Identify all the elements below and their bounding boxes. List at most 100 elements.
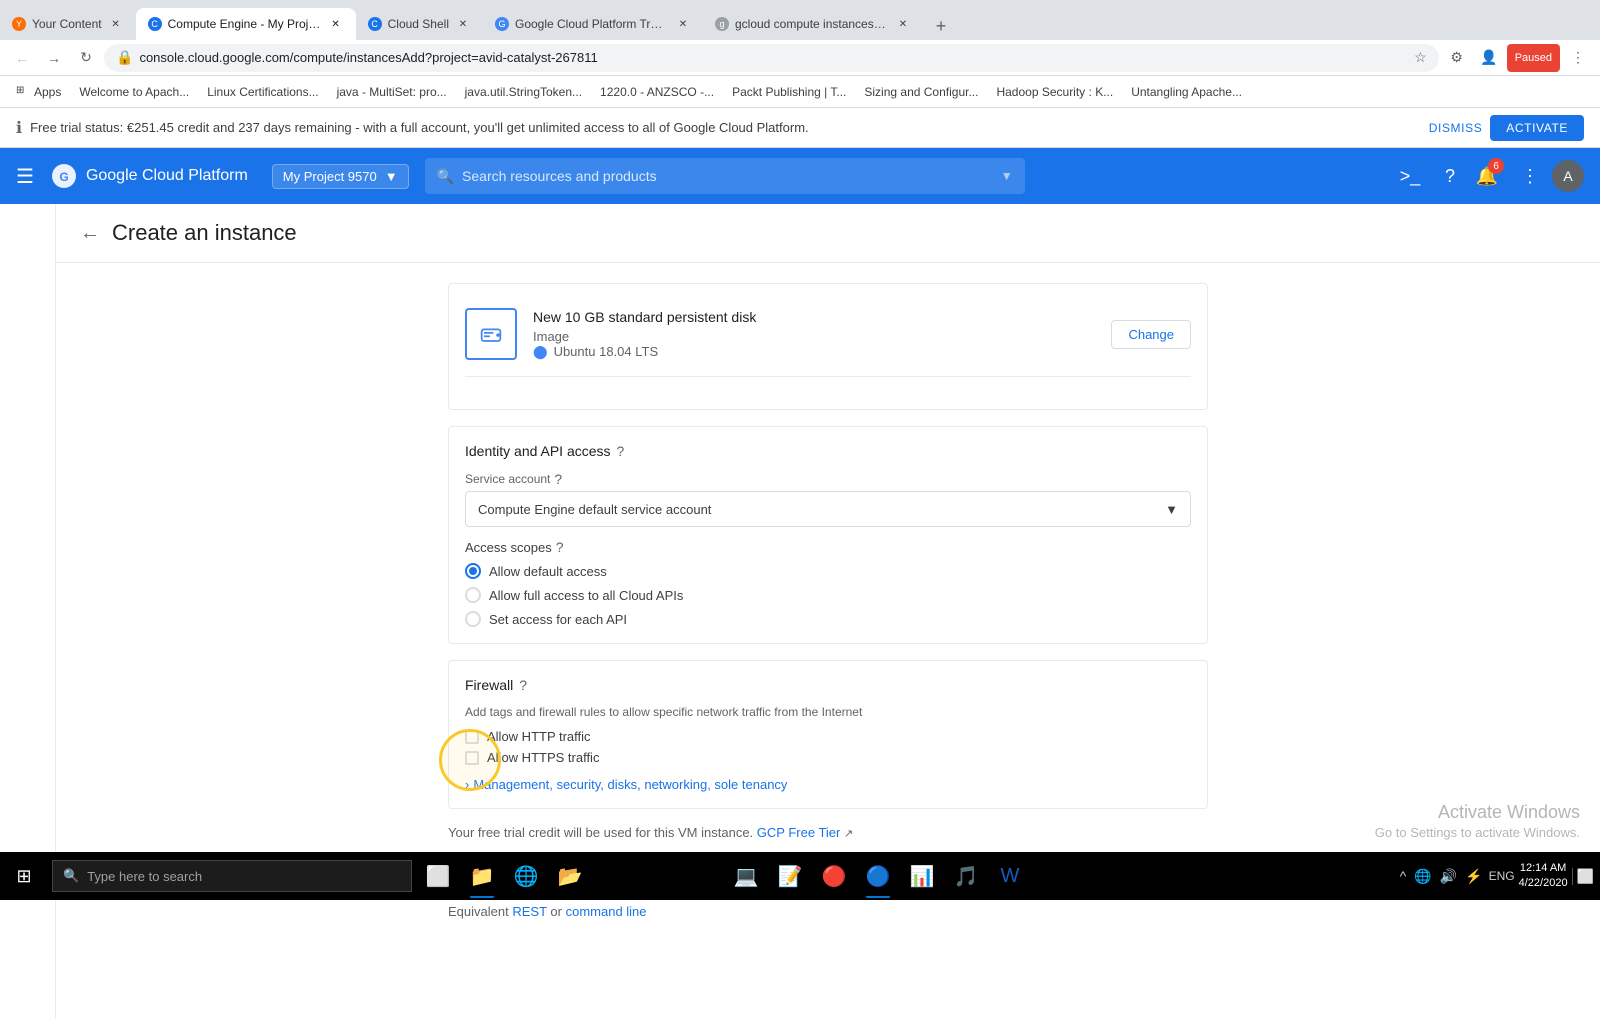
http-checkbox[interactable]	[465, 730, 479, 744]
bookmark-java[interactable]: java - MultiSet: pro...	[329, 80, 455, 104]
project-selector[interactable]: My Project 9570 ▼	[272, 164, 409, 189]
radio-default-circle	[465, 563, 481, 579]
tab2-close[interactable]: ✕	[328, 16, 344, 32]
bookmark-icon[interactable]: ☆	[1414, 49, 1427, 66]
tab-gcp-training[interactable]: G Google Cloud Platform Training ✕	[483, 8, 703, 40]
forward-button[interactable]: →	[40, 44, 68, 72]
arrow-up-icon[interactable]: ^	[1398, 868, 1409, 884]
change-image-button[interactable]: Change	[1111, 320, 1191, 349]
taskbar-app11[interactable]: 🔴	[812, 852, 856, 900]
taskbar-app8[interactable]: 🖱	[680, 852, 724, 900]
volume-icon[interactable]: 🔊	[1438, 868, 1459, 885]
tab-gcloud[interactable]: g gcloud compute instances creat... ✕	[703, 8, 923, 40]
network-icon[interactable]: 🌐	[1412, 868, 1433, 885]
expand-management-link[interactable]: › Management, security, disks, networkin…	[465, 777, 1191, 792]
battery-icon[interactable]: ⚡	[1463, 868, 1484, 885]
header-icons: >_ ? 🔔 6 ⋮ A	[1392, 158, 1584, 194]
taskbar-search-icon: 🔍	[63, 868, 79, 884]
rest-link[interactable]: REST	[512, 904, 546, 919]
reload-button[interactable]: ↻	[72, 44, 100, 72]
hamburger-menu[interactable]: ☰	[16, 164, 34, 189]
search-placeholder: Search resources and products	[462, 168, 657, 184]
bookmark-apps[interactable]: ⊞ Apps	[8, 80, 69, 104]
taskbar-word[interactable]: W	[988, 852, 1032, 900]
search-dropdown-icon: ▼	[1001, 169, 1013, 183]
taskbar-calculator[interactable]: 🖩	[592, 852, 636, 900]
service-account-select[interactable]: Compute Engine default service account ▼	[465, 491, 1191, 527]
dismiss-button[interactable]: DISMISS	[1429, 121, 1483, 135]
taskbar-app13[interactable]: 🎵	[944, 852, 988, 900]
taskbar-app10[interactable]: 📝	[768, 852, 812, 900]
free-trial-notice: Your free trial credit will be used for …	[448, 825, 1208, 840]
address-box[interactable]: 🔒 console.cloud.google.com/compute/insta…	[104, 44, 1439, 72]
bookmark-stringtoken[interactable]: java.util.StringToken...	[457, 80, 590, 104]
expand-link-text: Management, security, disks, networking,…	[473, 777, 787, 792]
tab-cloud-shell[interactable]: C Cloud Shell ✕	[356, 8, 483, 40]
command-line-link[interactable]: command line	[566, 904, 647, 919]
access-scopes-radio-group: Allow default access Allow full access t…	[465, 563, 1191, 627]
access-scopes-help-icon[interactable]: ?	[556, 539, 564, 555]
cloud-shell-button[interactable]: >_	[1392, 158, 1428, 194]
menu-dots[interactable]: ⋮	[1564, 44, 1592, 72]
bookmark-sizing-label: Sizing and Configur...	[864, 85, 978, 99]
more-options-button[interactable]: ⋮	[1512, 158, 1548, 194]
profile-icon[interactable]: 👤	[1475, 44, 1503, 72]
tab1-close[interactable]: ✕	[108, 16, 124, 32]
firewall-title-text: Firewall	[465, 677, 513, 693]
paused-badge[interactable]: Paused	[1507, 44, 1560, 72]
taskbar-app7[interactable]: ✈	[636, 852, 680, 900]
radio-default-access[interactable]: Allow default access	[465, 563, 1191, 579]
bookmark-packt[interactable]: Packt Publishing | T...	[724, 80, 854, 104]
new-tab-button[interactable]: +	[927, 12, 955, 40]
radio-each-api[interactable]: Set access for each API	[465, 611, 1191, 627]
tab-compute-engine[interactable]: C Compute Engine - My Project 95... ✕	[136, 8, 356, 40]
checkbox-http[interactable]: Allow HTTP traffic	[465, 729, 1191, 744]
service-account-help-icon[interactable]: ?	[554, 471, 562, 487]
back-button[interactable]: ←	[8, 44, 36, 72]
image-label: Image	[533, 329, 569, 344]
taskbar-edge[interactable]: 🌐	[504, 852, 548, 900]
search-bar[interactable]: 🔍 Search resources and products ▼	[425, 158, 1025, 194]
firewall-section: Firewall ? Add tags and firewall rules t…	[448, 660, 1208, 809]
taskbar-folder[interactable]: 📂	[548, 852, 592, 900]
taskbar-apps: ⬜ 📁 🌐 📂 🖩 ✈ 🖱 💻 📝 🔴 🔵	[416, 852, 1032, 900]
system-clock[interactable]: 12:14 AM 4/22/2020	[1519, 861, 1568, 892]
bookmark-sizing[interactable]: Sizing and Configur...	[856, 80, 986, 104]
taskbar-task-view[interactable]: ⬜	[416, 852, 460, 900]
help-icon: ?	[1445, 166, 1455, 187]
identity-help-icon[interactable]: ?	[617, 443, 625, 459]
bookmark-apache-label: Welcome to Apach...	[79, 85, 189, 99]
tab3-close[interactable]: ✕	[455, 16, 471, 32]
bookmark-anzsco[interactable]: 1220.0 - ANZSCO -...	[592, 80, 722, 104]
tab-your-content[interactable]: Y Your Content ✕	[0, 8, 136, 40]
windows-start-button[interactable]: ⊞	[0, 852, 48, 900]
tab5-close[interactable]: ✕	[895, 16, 911, 32]
bookmark-hadoop[interactable]: Hadoop Security : K...	[988, 80, 1121, 104]
tab4-close[interactable]: ✕	[675, 16, 691, 32]
extensions-icon[interactable]: ⚙	[1443, 44, 1471, 72]
equivalent-links: Equivalent REST or command line	[448, 904, 1208, 919]
bookmark-linux[interactable]: Linux Certifications...	[199, 80, 326, 104]
form-area: New 10 GB standard persistent disk Image…	[408, 263, 1248, 1019]
bookmark-untangling[interactable]: Untangling Apache...	[1123, 80, 1250, 104]
bookmark-apache[interactable]: Welcome to Apach...	[71, 80, 197, 104]
radio-full-access[interactable]: Allow full access to all Cloud APIs	[465, 587, 1191, 603]
taskbar-vs[interactable]: 💻	[724, 852, 768, 900]
back-to-list-button[interactable]: ←	[80, 222, 100, 245]
taskbar-explorer[interactable]: 📁	[460, 852, 504, 900]
taskbar-powerpoint[interactable]: 📊	[900, 852, 944, 900]
https-checkbox[interactable]	[465, 751, 479, 765]
help-button[interactable]: ?	[1432, 158, 1468, 194]
activate-button[interactable]: ACTIVATE	[1490, 115, 1584, 141]
notification-button[interactable]: 🔔 6	[1472, 158, 1508, 194]
checkbox-https[interactable]: Allow HTTPS traffic	[465, 750, 1191, 765]
explorer-underline	[470, 896, 494, 898]
user-avatar[interactable]: A	[1552, 160, 1584, 192]
language-indicator[interactable]: ENG	[1489, 869, 1515, 883]
taskbar-search-box[interactable]: 🔍 Type here to search	[52, 860, 412, 892]
taskbar-chrome[interactable]: 🔵	[856, 852, 900, 900]
gcp-free-tier-link[interactable]: GCP Free Tier	[757, 825, 841, 840]
firewall-help-icon[interactable]: ?	[519, 677, 527, 693]
or-text: or	[550, 904, 562, 919]
show-desktop-button[interactable]: ⬜	[1572, 868, 1596, 885]
